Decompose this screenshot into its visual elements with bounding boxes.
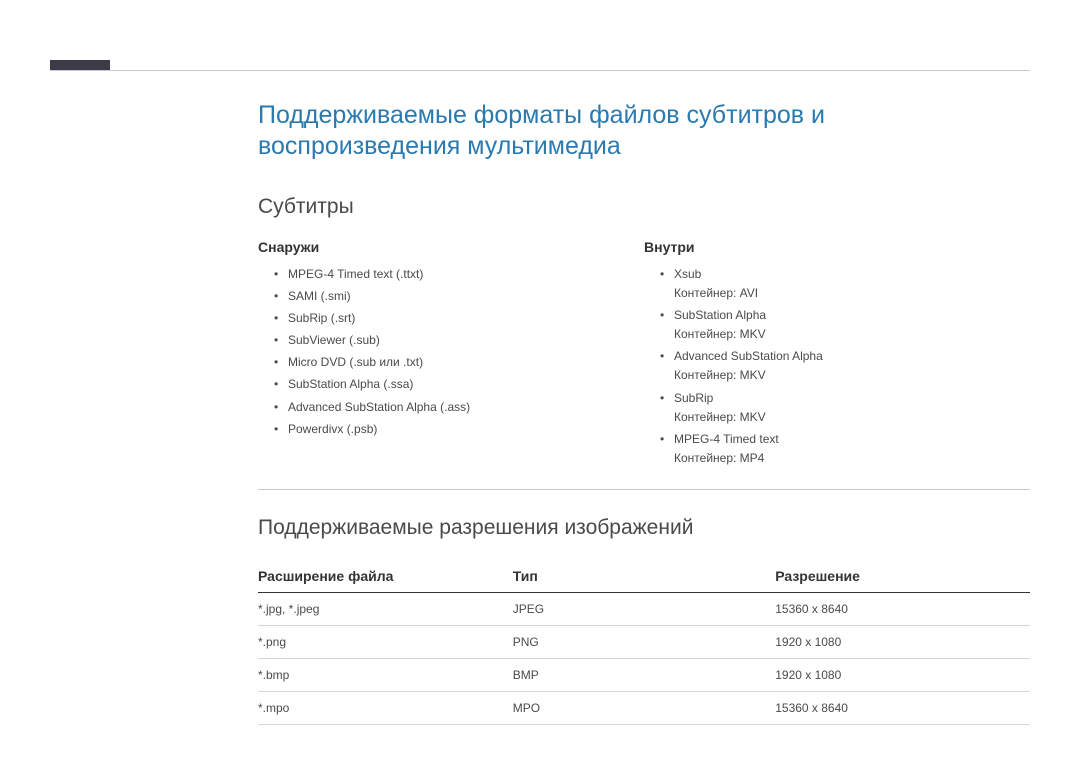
table-row: *.jpg, *.jpeg JPEG 15360 x 8640	[258, 593, 1030, 626]
subtitles-columns: Снаружи MPEG-4 Timed text (.ttxt) SAMI (…	[258, 239, 1030, 472]
external-subtitles-column: Снаружи MPEG-4 Timed text (.ttxt) SAMI (…	[258, 239, 644, 472]
main-content: Поддерживаемые форматы файлов субтитров …	[258, 100, 1030, 725]
cell-ext: *.mpo	[258, 692, 513, 725]
list-item-label: SubRip (.srt)	[288, 311, 355, 325]
list-item-note: Контейнер: MKV	[674, 408, 1030, 427]
cell-type: BMP	[513, 659, 775, 692]
list-item: MPEG-4 Timed text Контейнер: MP4	[660, 430, 1030, 468]
list-item-label: Advanced SubStation Alpha (.ass)	[288, 400, 470, 414]
list-item-label: Micro DVD (.sub или .txt)	[288, 355, 423, 369]
list-item: SubRip Контейнер: MKV	[660, 389, 1030, 427]
list-item-label: MPEG-4 Timed text	[674, 432, 779, 446]
list-item-note: Контейнер: MKV	[674, 366, 1030, 385]
cell-type: MPO	[513, 692, 775, 725]
list-item-note: Контейнер: MKV	[674, 325, 1030, 344]
internal-heading: Внутри	[644, 239, 1030, 255]
table-row: *.bmp BMP 1920 x 1080	[258, 659, 1030, 692]
col-header-ext: Расширение файла	[258, 560, 513, 593]
list-item-label: SubViewer (.sub)	[288, 333, 380, 347]
col-header-type: Тип	[513, 560, 775, 593]
internal-subtitles-column: Внутри Xsub Контейнер: AVI SubStation Al…	[644, 239, 1030, 472]
cell-res: 1920 x 1080	[775, 659, 1030, 692]
table-header-row: Расширение файла Тип Разрешение	[258, 560, 1030, 593]
images-heading: Поддерживаемые разрешения изображений	[258, 516, 1030, 540]
table-row: *.png PNG 1920 x 1080	[258, 626, 1030, 659]
accent-bar	[50, 60, 110, 70]
subtitles-heading: Субтитры	[258, 195, 1030, 219]
section-divider	[258, 489, 1030, 490]
list-item-label: MPEG-4 Timed text (.ttxt)	[288, 267, 423, 281]
list-item: SubViewer (.sub)	[274, 331, 644, 350]
list-item-label: Powerdivx (.psb)	[288, 422, 377, 436]
cell-ext: *.bmp	[258, 659, 513, 692]
list-item-label: SubStation Alpha (.ssa)	[288, 377, 413, 391]
cell-res: 1920 x 1080	[775, 626, 1030, 659]
external-list: MPEG-4 Timed text (.ttxt) SAMI (.smi) Su…	[258, 265, 644, 440]
col-header-res: Разрешение	[775, 560, 1030, 593]
list-item-note: Контейнер: AVI	[674, 284, 1030, 303]
top-horizontal-rule	[50, 70, 1030, 71]
list-item: Advanced SubStation Alpha (.ass)	[274, 398, 644, 417]
image-formats-table: Расширение файла Тип Разрешение *.jpg, *…	[258, 560, 1030, 725]
external-heading: Снаружи	[258, 239, 644, 255]
list-item-note: Контейнер: MP4	[674, 449, 1030, 468]
list-item: SAMI (.smi)	[274, 287, 644, 306]
page-title: Поддерживаемые форматы файлов субтитров …	[258, 100, 1030, 163]
cell-type: JPEG	[513, 593, 775, 626]
list-item: SubRip (.srt)	[274, 309, 644, 328]
list-item: Advanced SubStation Alpha Контейнер: MKV	[660, 347, 1030, 385]
list-item-label: SubStation Alpha	[674, 308, 766, 322]
list-item: SubStation Alpha (.ssa)	[274, 375, 644, 394]
cell-ext: *.jpg, *.jpeg	[258, 593, 513, 626]
list-item-label: Xsub	[674, 267, 701, 281]
list-item: MPEG-4 Timed text (.ttxt)	[274, 265, 644, 284]
table-row: *.mpo MPO 15360 x 8640	[258, 692, 1030, 725]
list-item-label: SubRip	[674, 391, 713, 405]
cell-res: 15360 x 8640	[775, 692, 1030, 725]
list-item: Micro DVD (.sub или .txt)	[274, 353, 644, 372]
list-item: SubStation Alpha Контейнер: MKV	[660, 306, 1030, 344]
cell-res: 15360 x 8640	[775, 593, 1030, 626]
internal-list: Xsub Контейнер: AVI SubStation Alpha Кон…	[644, 265, 1030, 469]
list-item: Powerdivx (.psb)	[274, 420, 644, 439]
cell-type: PNG	[513, 626, 775, 659]
list-item-label: SAMI (.smi)	[288, 289, 351, 303]
list-item-label: Advanced SubStation Alpha	[674, 349, 823, 363]
cell-ext: *.png	[258, 626, 513, 659]
list-item: Xsub Контейнер: AVI	[660, 265, 1030, 303]
